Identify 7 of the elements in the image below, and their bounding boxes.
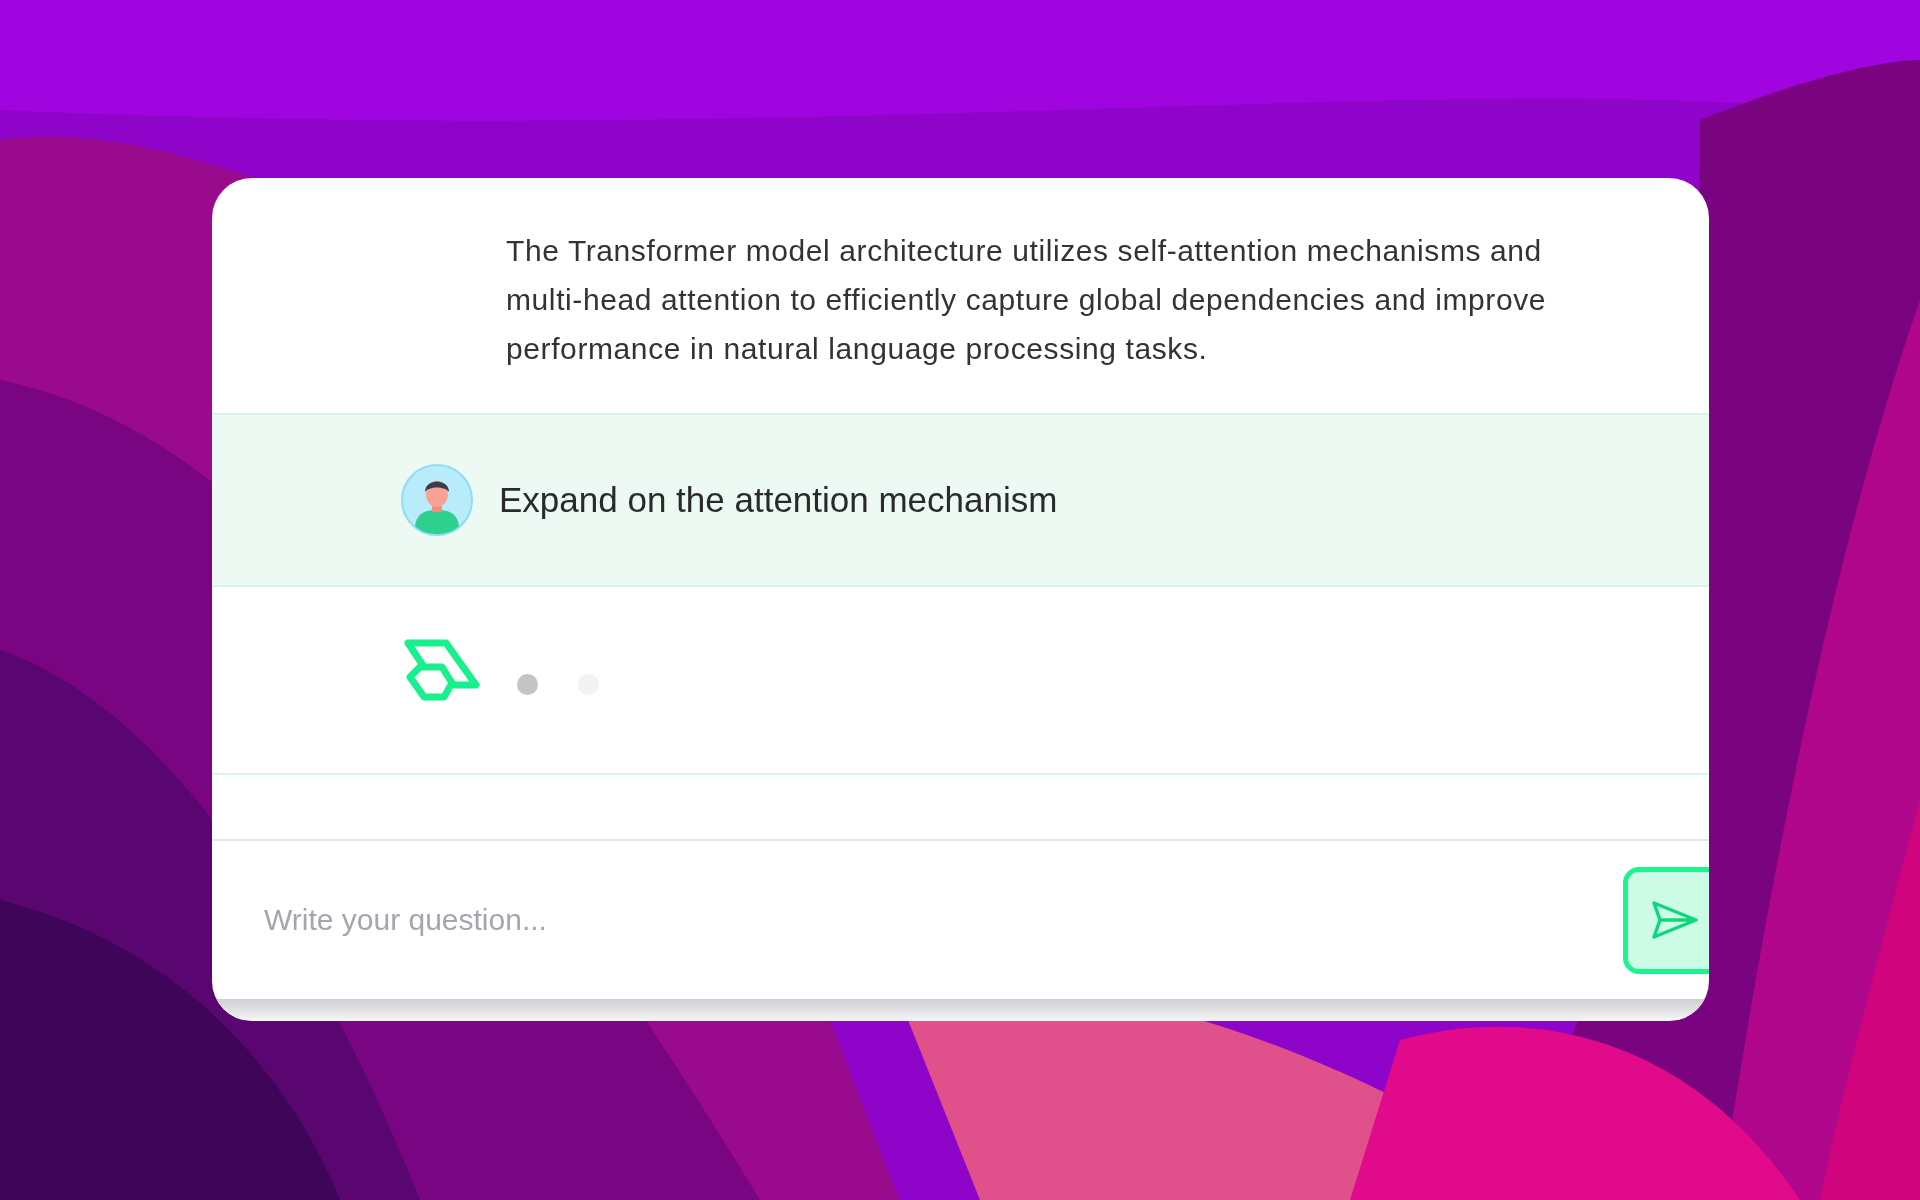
- answer-text: The Transformer model architecture utilizes self-attention mechanisms and multi-head attention to efficiently capture global dependencies and improve performance in natural language processing tasks.: [506, 233, 1548, 367]
- person-avatar-icon: [401, 464, 473, 536]
- question-text: Expand on the attention mechanism: [499, 480, 1058, 520]
- send-button[interactable]: [1623, 866, 1709, 974]
- send-icon: [1650, 900, 1700, 940]
- question-input[interactable]: Write your question...: [262, 902, 1623, 938]
- typing-dot: [517, 674, 538, 695]
